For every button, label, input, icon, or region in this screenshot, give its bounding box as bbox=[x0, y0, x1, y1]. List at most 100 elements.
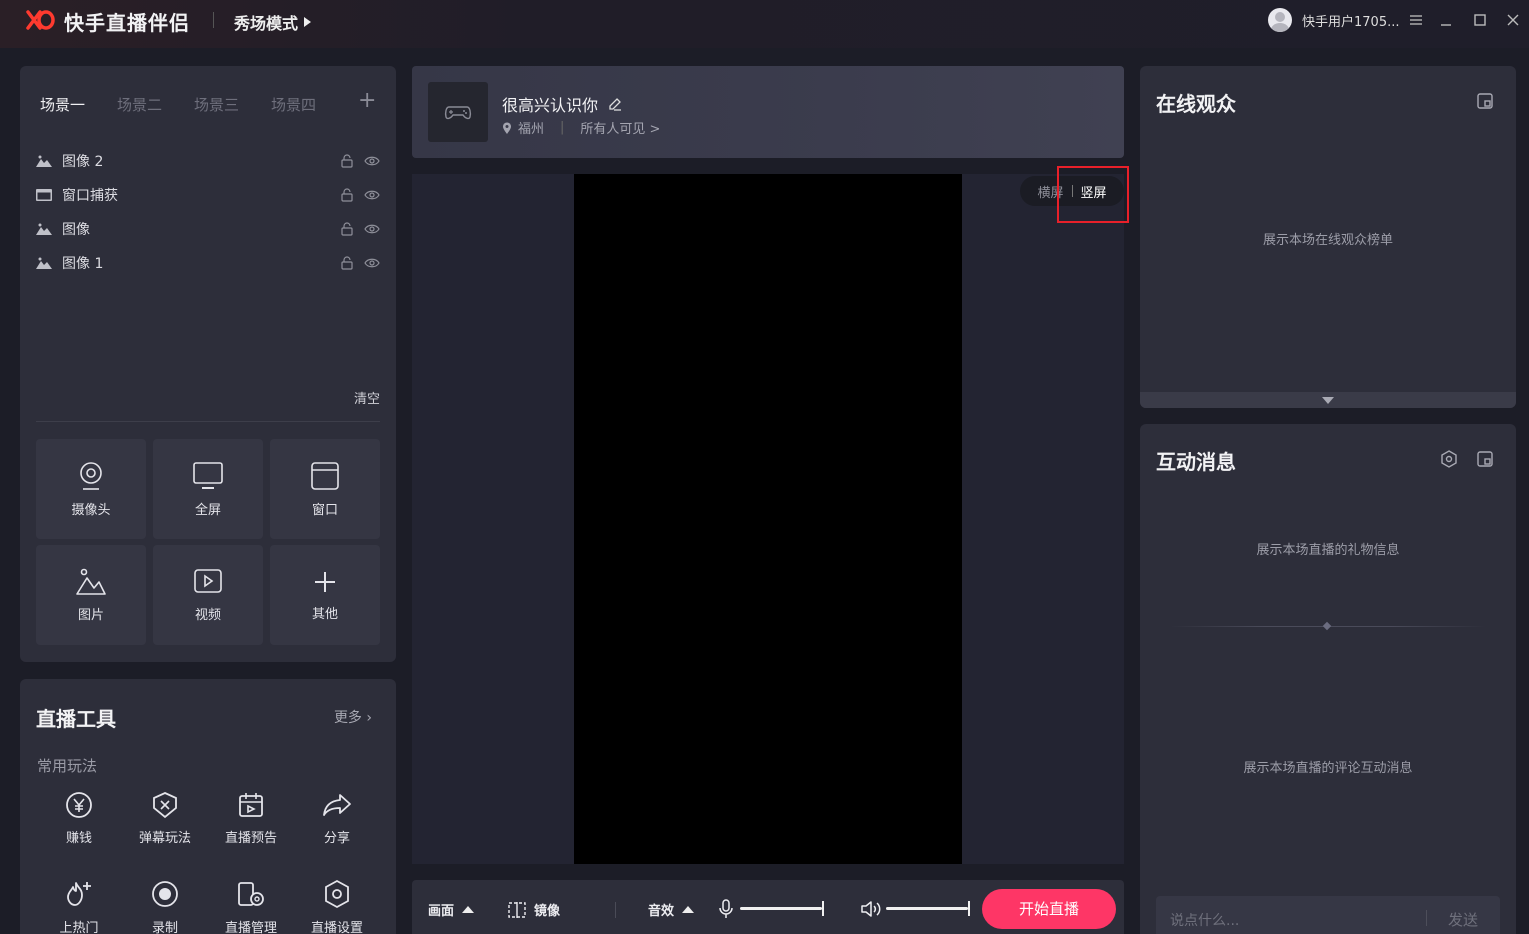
messages-panel: 互动消息 展示本场直播的礼物信息 展示本场直播的评论互动消息 说点什么... 发… bbox=[1140, 424, 1516, 934]
username: 快手用户1705... bbox=[1302, 14, 1400, 30]
title-bar: 快手直播伴侣 秀场模式 快手用户1705... bbox=[0, 0, 1529, 48]
section-label: 常用玩法 bbox=[37, 757, 98, 775]
source-item[interactable]: 图像 1 bbox=[36, 246, 380, 280]
source-label: 窗口捕获 bbox=[62, 188, 118, 204]
source-label: 图像 1 bbox=[62, 256, 104, 272]
clear-button[interactable]: 清空 bbox=[354, 388, 380, 407]
popout-icon[interactable] bbox=[1476, 92, 1494, 110]
eye-icon[interactable] bbox=[364, 188, 380, 202]
mode-label: 秀场模式 bbox=[234, 14, 299, 33]
caret-down-icon bbox=[1322, 396, 1334, 404]
mic-volume-slider[interactable] bbox=[740, 901, 824, 916]
chat-placeholder: 说点什么... bbox=[1170, 913, 1240, 929]
add-other-button[interactable]: 其他 bbox=[270, 545, 380, 645]
eye-icon[interactable] bbox=[364, 222, 380, 236]
add-picture-button[interactable]: 图片 bbox=[36, 545, 146, 645]
source-item[interactable]: 窗口捕获 bbox=[36, 178, 380, 212]
settings-icon[interactable] bbox=[1440, 450, 1458, 468]
collapse-bar[interactable] bbox=[1140, 392, 1516, 408]
speaker-volume-slider[interactable] bbox=[886, 901, 970, 916]
tab-scene-1[interactable]: 场景一 bbox=[40, 94, 85, 115]
tools-panel: 直播工具 更多 › 常用玩法 赚钱 弹幕玩法 直播预告 分享 上热门 录制 直播… bbox=[20, 679, 396, 934]
tab-scene-3[interactable]: 场景三 bbox=[194, 94, 239, 115]
tool-label: 录制 bbox=[151, 921, 178, 934]
tool-grid: 赚钱 弹幕玩法 直播预告 分享 上热门 录制 直播管理 直播设置 bbox=[36, 789, 380, 934]
tab-scene-4[interactable]: 场景四 bbox=[271, 94, 316, 115]
sound-effects-label: 音效 bbox=[648, 904, 675, 919]
chat-input[interactable]: 说点什么... 发送 bbox=[1156, 896, 1500, 934]
more-button[interactable]: 更多 › bbox=[334, 707, 372, 727]
image-icon bbox=[36, 223, 52, 235]
add-video-button[interactable]: 视频 bbox=[153, 545, 263, 645]
stream-meta: 福州 | 所有人可见 > bbox=[502, 118, 660, 137]
mirror-button[interactable]: 镜像 bbox=[508, 900, 560, 919]
add-camera-button[interactable]: 摄像头 bbox=[36, 439, 146, 539]
tool-preview[interactable]: 直播预告 bbox=[208, 789, 294, 877]
scene-menu-button[interactable]: 画面 bbox=[428, 900, 475, 919]
add-fullscreen-button[interactable]: 全屏 bbox=[153, 439, 263, 539]
location-pin-icon bbox=[503, 122, 511, 134]
add-source-label: 图片 bbox=[77, 607, 104, 623]
source-item[interactable]: 图像 bbox=[36, 212, 380, 246]
tool-settings[interactable]: 直播设置 bbox=[294, 877, 380, 934]
unlock-icon[interactable] bbox=[340, 222, 354, 236]
scene-panel: 场景一 场景二 场景三 场景四 + 图像 2 窗口捕获 图像 图像 1 清空 摄… bbox=[20, 66, 396, 662]
close-icon[interactable] bbox=[1503, 10, 1523, 30]
yen-icon bbox=[66, 792, 92, 818]
mirror-icon bbox=[508, 901, 526, 918]
avatar bbox=[1268, 8, 1292, 32]
tool-label: 直播管理 bbox=[224, 921, 277, 934]
comment-empty-tip: 展示本场直播的评论互动消息 bbox=[1243, 761, 1413, 776]
tab-scene-2[interactable]: 场景二 bbox=[117, 94, 162, 115]
tool-earn[interactable]: 赚钱 bbox=[36, 789, 122, 877]
start-live-button[interactable]: 开始直播 bbox=[982, 889, 1116, 929]
slider-handle[interactable] bbox=[968, 901, 970, 916]
messages-divider bbox=[1170, 621, 1486, 631]
menu-icon[interactable] bbox=[1409, 14, 1423, 26]
tool-danmaku[interactable]: 弹幕玩法 bbox=[122, 789, 208, 877]
more-label: 更多 bbox=[333, 710, 362, 726]
edit-icon[interactable] bbox=[608, 97, 622, 111]
add-source-label: 窗口 bbox=[311, 502, 338, 518]
popout-icon[interactable] bbox=[1476, 450, 1494, 468]
mode-selector[interactable]: 秀场模式 bbox=[234, 10, 312, 34]
unlock-icon[interactable] bbox=[340, 188, 354, 202]
tool-hot[interactable]: 上热门 bbox=[36, 877, 122, 934]
slider-handle[interactable] bbox=[822, 901, 824, 916]
plus-icon bbox=[315, 571, 335, 592]
preview-canvas[interactable] bbox=[574, 174, 962, 864]
gamepad-icon bbox=[444, 106, 472, 120]
add-scene-button[interactable]: + bbox=[358, 88, 376, 113]
app-title: 快手直播伴侣 bbox=[64, 11, 190, 35]
divider bbox=[36, 421, 380, 422]
mirror-label: 镜像 bbox=[534, 904, 561, 919]
tool-manage[interactable]: 直播管理 bbox=[208, 877, 294, 934]
manage-icon bbox=[238, 882, 264, 906]
camera-icon bbox=[80, 461, 102, 490]
microphone-icon[interactable] bbox=[718, 899, 734, 919]
caret-up-icon bbox=[462, 906, 475, 913]
tool-share[interactable]: 分享 bbox=[294, 789, 380, 877]
add-source-label: 摄像头 bbox=[71, 502, 111, 518]
add-source-label: 其他 bbox=[311, 606, 338, 622]
image-icon bbox=[36, 257, 52, 269]
source-item[interactable]: 图像 2 bbox=[36, 144, 380, 178]
stream-title-text: 很高兴认识你 bbox=[502, 96, 599, 115]
tool-record[interactable]: 录制 bbox=[122, 877, 208, 934]
eye-icon[interactable] bbox=[364, 154, 380, 168]
add-window-button[interactable]: 窗口 bbox=[270, 439, 380, 539]
user-profile[interactable]: 快手用户1705... bbox=[1268, 8, 1423, 32]
picture-icon bbox=[76, 568, 106, 595]
stream-cover[interactable] bbox=[428, 82, 488, 142]
send-button[interactable]: 发送 bbox=[1448, 909, 1478, 930]
stream-title[interactable]: 很高兴认识你 bbox=[502, 92, 622, 116]
maximize-icon[interactable] bbox=[1470, 10, 1490, 30]
unlock-icon[interactable] bbox=[340, 154, 354, 168]
eye-icon[interactable] bbox=[364, 256, 380, 270]
minimize-icon[interactable] bbox=[1436, 10, 1456, 30]
unlock-icon[interactable] bbox=[340, 256, 354, 270]
sound-effects-button[interactable]: 音效 bbox=[648, 900, 695, 919]
speaker-icon[interactable] bbox=[860, 899, 882, 919]
visibility-setting[interactable]: 所有人可见 > bbox=[580, 118, 660, 137]
location-text[interactable]: 福州 bbox=[518, 118, 544, 137]
